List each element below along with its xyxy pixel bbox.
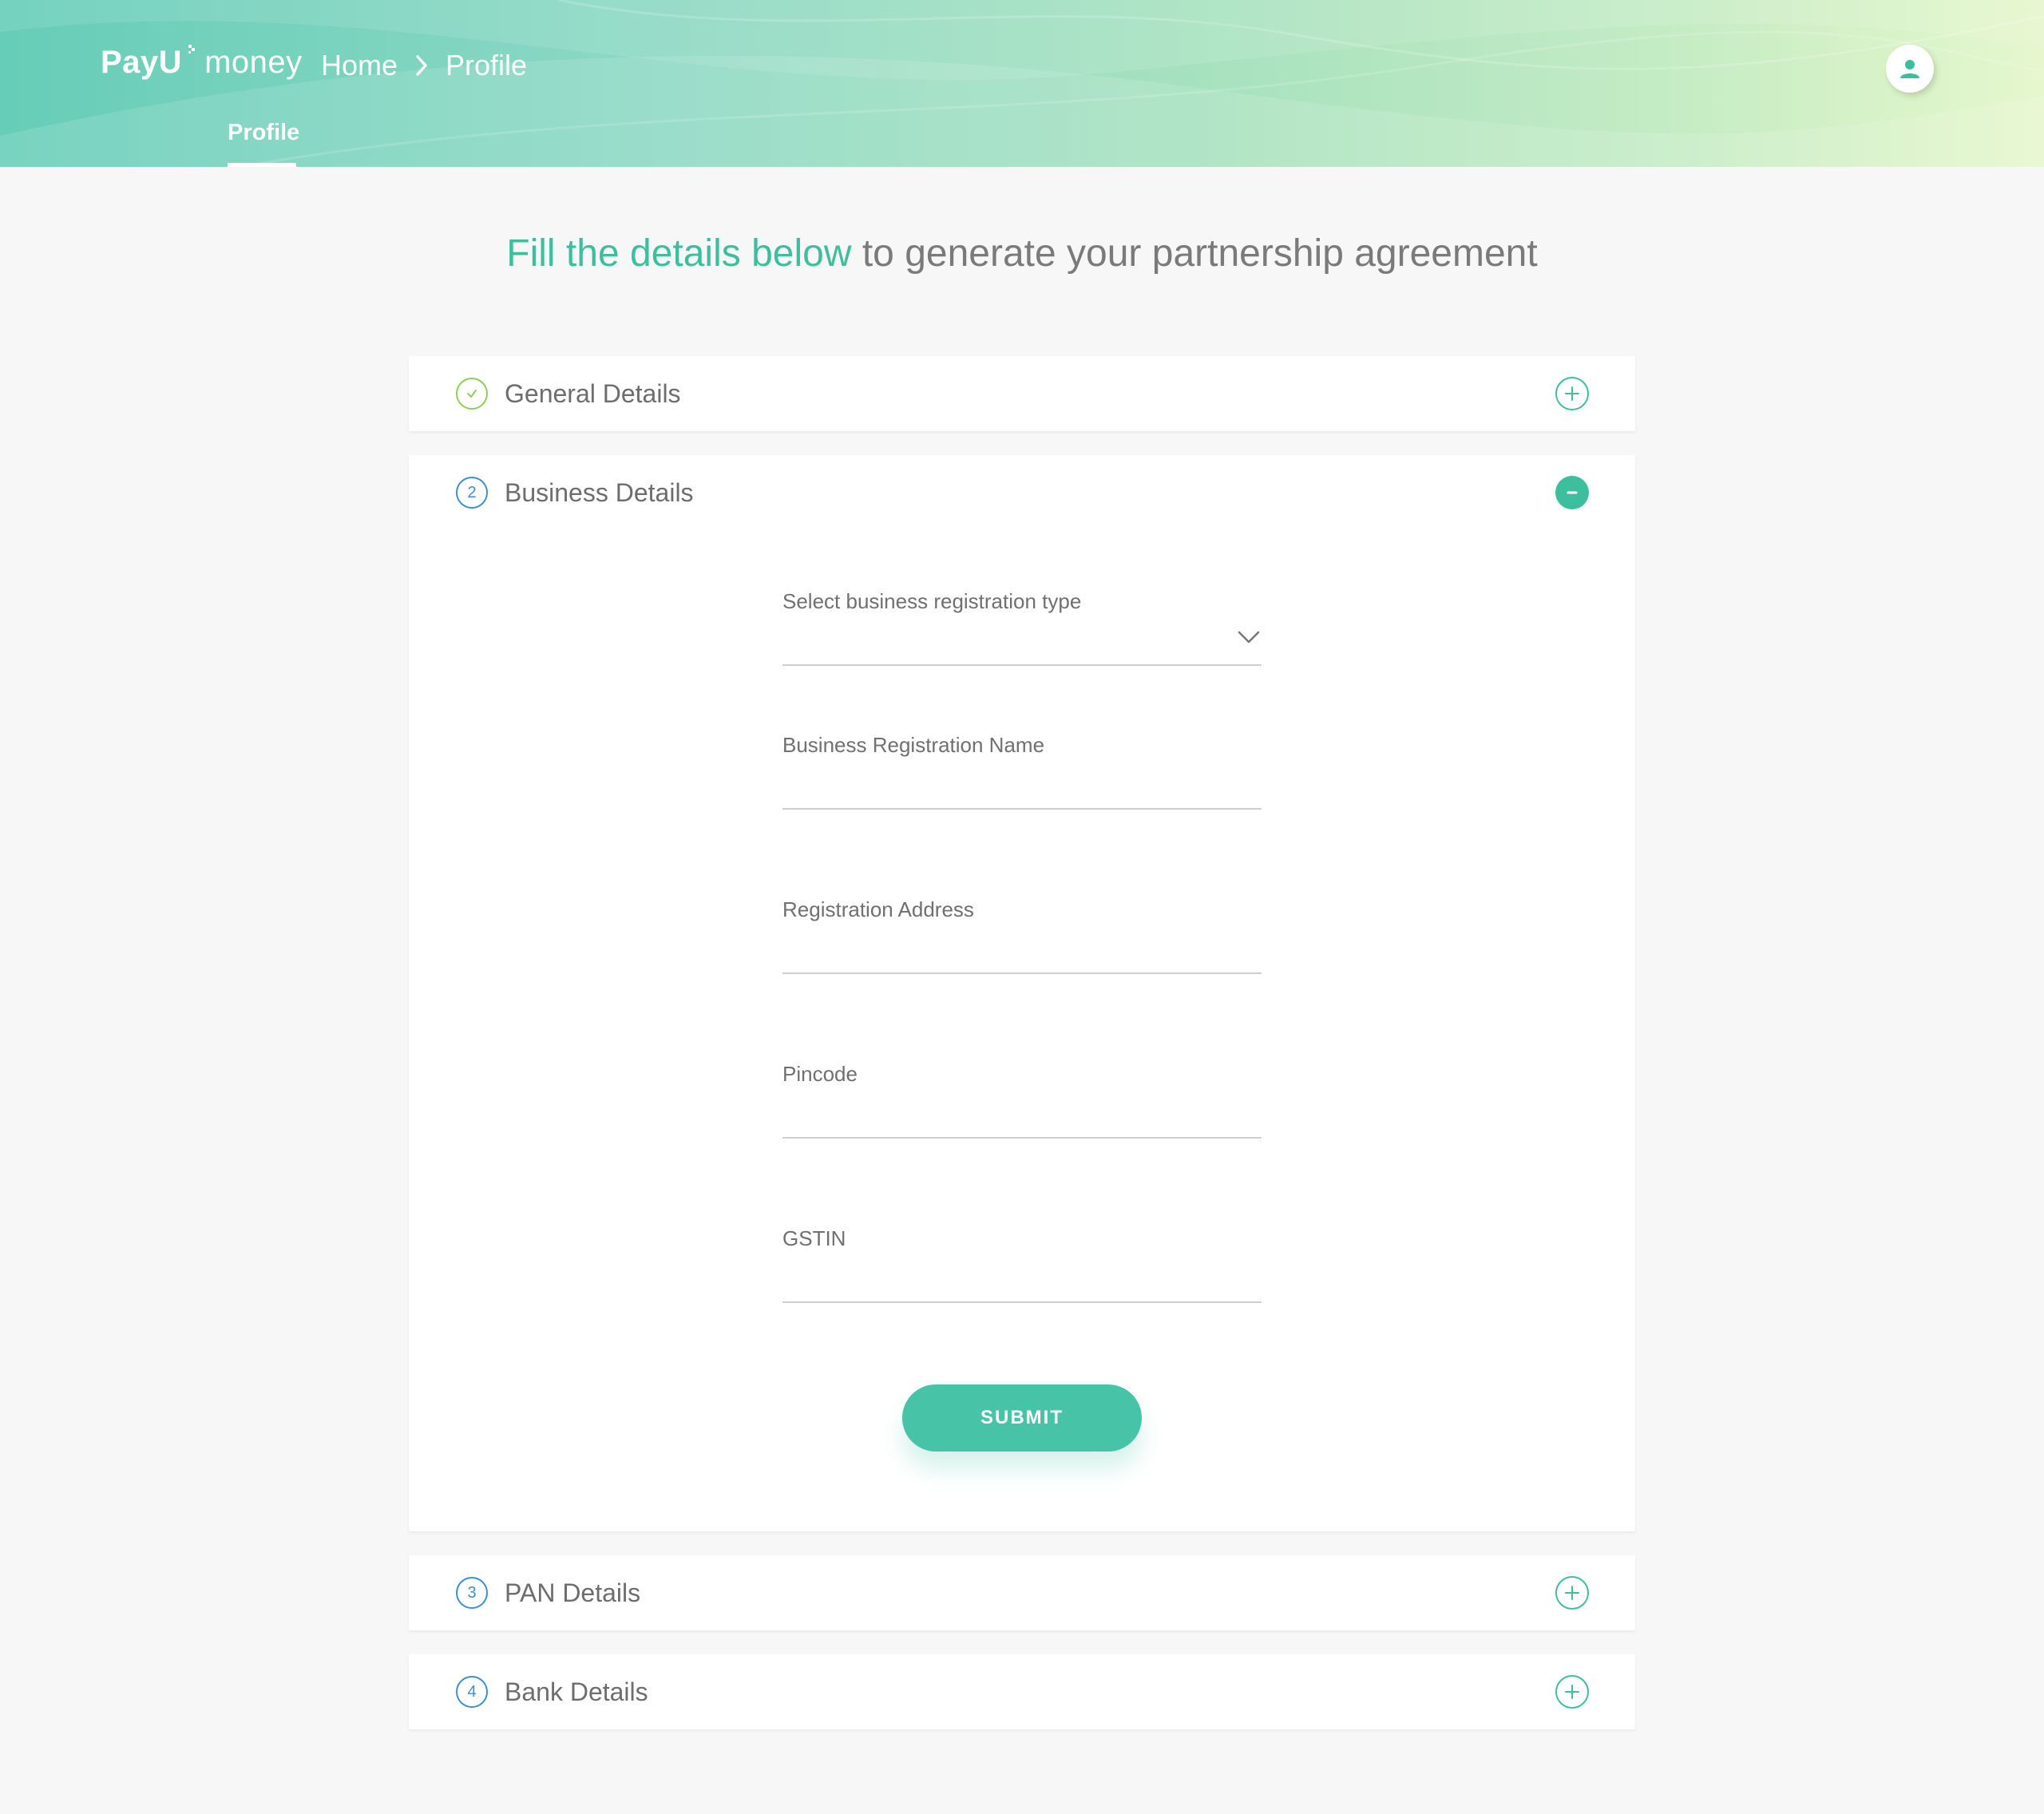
pincode-underline	[782, 1137, 1262, 1139]
section-title: Bank Details	[505, 1677, 648, 1706]
step-number: 4	[467, 1682, 477, 1701]
user-icon	[1900, 60, 1919, 78]
step-number-badge: 3	[456, 1577, 488, 1609]
plus-circle-icon[interactable]	[1555, 377, 1589, 410]
section-business-details: 2 Business Details Select business regis…	[409, 455, 1635, 1531]
registration-name-underline	[782, 808, 1262, 810]
section-pan-details-header[interactable]: 3 PAN Details	[409, 1555, 1635, 1630]
tab-profile-label: Profile	[228, 120, 300, 145]
breadcrumb-home[interactable]: Home	[321, 49, 398, 82]
header-wave-decoration	[0, 0, 2044, 167]
page-title-accent: Fill the details below	[506, 232, 852, 275]
minus-circle-icon[interactable]	[1555, 476, 1589, 509]
registration-address-field: Registration Address	[782, 897, 1262, 974]
tab-active-indicator	[228, 163, 296, 167]
registration-name-field: Business Registration Name	[782, 733, 1262, 810]
user-avatar-button[interactable]	[1886, 45, 1934, 93]
logo-payu-text: PayU	[101, 44, 183, 80]
registration-type-select[interactable]: Select business registration type	[782, 589, 1262, 666]
chevron-right-icon	[398, 50, 446, 81]
step-number-badge: 4	[456, 1676, 488, 1708]
plus-circle-icon[interactable]	[1555, 1576, 1589, 1610]
pincode-field: Pincode	[782, 1062, 1262, 1139]
gstin-label: GSTIN	[782, 1226, 846, 1250]
section-title: General Details	[505, 378, 681, 408]
gstin-field: GSTIN	[782, 1226, 1262, 1303]
section-title: PAN Details	[505, 1578, 641, 1607]
section-bank-details: 4 Bank Details	[409, 1654, 1635, 1729]
breadcrumb: Home Profile	[321, 40, 527, 91]
registration-type-label: Select business registration type	[782, 589, 1082, 613]
chevron-down-icon	[1238, 631, 1260, 644]
logo-dots-icon	[188, 45, 196, 53]
submit-button[interactable]: SUBMIT	[902, 1384, 1142, 1452]
registration-type-value	[782, 621, 1230, 661]
registration-name-input[interactable]	[782, 765, 1230, 805]
pincode-input[interactable]	[782, 1094, 1230, 1134]
section-bank-details-header[interactable]: 4 Bank Details	[409, 1654, 1635, 1729]
registration-address-label: Registration Address	[782, 897, 974, 921]
section-general-details: General Details	[409, 356, 1635, 431]
gstin-input[interactable]	[782, 1258, 1230, 1298]
section-business-details-header[interactable]: 2 Business Details	[409, 455, 1635, 530]
check-circle-icon	[456, 378, 488, 410]
registration-name-label: Business Registration Name	[782, 733, 1045, 757]
step-number: 2	[467, 483, 477, 501]
step-number: 3	[467, 1583, 477, 1602]
section-title: Business Details	[505, 477, 694, 507]
plus-circle-icon[interactable]	[1555, 1675, 1589, 1709]
tab-profile[interactable]: Profile	[228, 115, 300, 167]
app-header: PayU money Home Profile Profile	[0, 0, 2044, 167]
page-title: Fill the details below to generate your …	[0, 232, 2044, 275]
gstin-underline	[782, 1301, 1262, 1303]
page-title-rest: to generate your partnership agreement	[851, 232, 1538, 275]
section-general-details-header[interactable]: General Details	[409, 356, 1635, 431]
registration-type-underline	[782, 664, 1262, 666]
logo-money-text: money	[204, 44, 303, 80]
step-number-badge: 2	[456, 477, 488, 509]
registration-address-input[interactable]	[782, 929, 1230, 969]
pincode-label: Pincode	[782, 1062, 858, 1086]
payu-money-logo[interactable]: PayU money	[101, 37, 303, 88]
registration-address-underline	[782, 972, 1262, 974]
section-pan-details: 3 PAN Details	[409, 1555, 1635, 1630]
breadcrumb-current: Profile	[446, 49, 528, 81]
